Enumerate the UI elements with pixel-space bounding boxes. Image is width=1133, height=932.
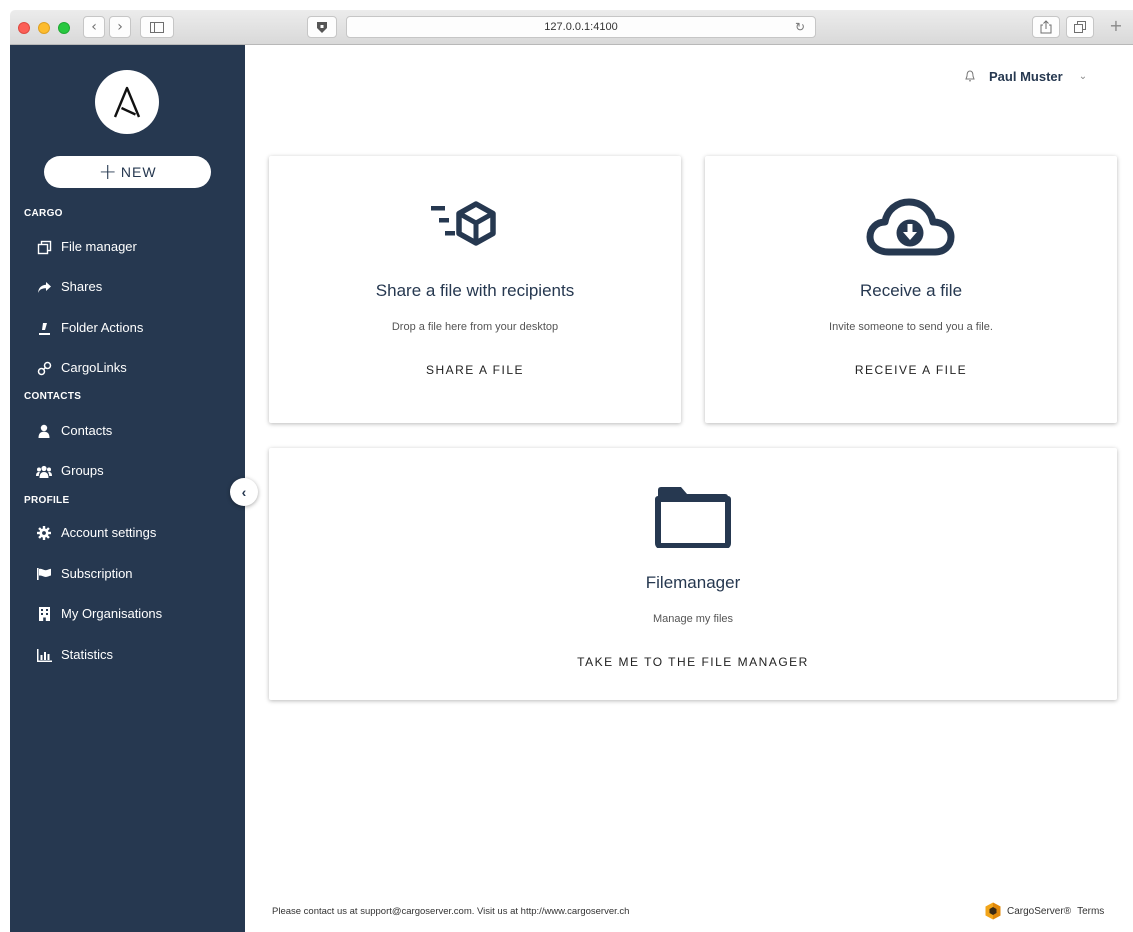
terms-link[interactable]: Terms xyxy=(1077,906,1104,917)
window-edge xyxy=(0,45,10,932)
sidebar-item-cargolinks[interactable]: CargoLinks xyxy=(36,358,127,378)
building-icon xyxy=(36,606,52,622)
filemanager-card-subtitle: Manage my files xyxy=(652,613,734,625)
sidebar-item-label: Subscription xyxy=(61,566,133,581)
cargoserver-logo-icon xyxy=(985,902,1001,920)
take-me-to-file-manager-button[interactable]: TAKE ME TO THE FILE MANAGER xyxy=(269,655,1117,669)
sidebar: + NEW CARGO File manager Shares Folder Ac… xyxy=(10,45,245,932)
section-title-contacts: CONTACTS xyxy=(24,391,82,402)
tabs-overview-button[interactable] xyxy=(1066,16,1094,38)
bell-icon[interactable] xyxy=(965,70,975,82)
zoom-window-button[interactable] xyxy=(58,22,70,34)
sidebar-item-label: Groups xyxy=(61,463,104,478)
share-arrow-icon xyxy=(36,279,52,295)
share-card-subtitle: Drop a file here from your desktop xyxy=(391,321,559,333)
new-button[interactable]: + NEW xyxy=(44,156,211,188)
new-button-label: NEW xyxy=(120,164,157,180)
receive-card[interactable]: Receive a file Invite someone to send yo… xyxy=(705,156,1117,423)
user-icon xyxy=(36,423,52,439)
collapse-sidebar-button[interactable]: ‹ xyxy=(230,478,258,506)
chevron-down-icon[interactable]: ⌄ xyxy=(1079,71,1087,82)
sidebar-item-label: Contacts xyxy=(61,423,113,438)
sidebar-item-label: Shares xyxy=(61,279,103,294)
back-button[interactable]: ‹ xyxy=(83,16,105,38)
plus-icon: + xyxy=(98,160,118,185)
footer-brand-name: CargoServer® xyxy=(1007,905,1072,917)
forward-button[interactable]: › xyxy=(109,16,131,38)
folder-icon xyxy=(655,487,731,548)
user-name[interactable]: Paul Muster xyxy=(989,69,1063,84)
shield-icon xyxy=(317,22,327,33)
share-card-title: Share a file with recipients xyxy=(375,281,575,300)
close-window-button[interactable] xyxy=(18,22,30,34)
section-title-cargo: CARGO xyxy=(24,208,63,219)
url-text: 127.0.0.1:4100 xyxy=(544,21,618,33)
ansible-logo[interactable] xyxy=(95,70,159,134)
cloud-download-icon xyxy=(866,198,955,256)
folder-actions-icon xyxy=(36,320,52,336)
file-manager-icon xyxy=(36,239,52,255)
section-title-profile: PROFILE xyxy=(24,495,70,506)
receive-card-subtitle: Invite someone to send you a file. xyxy=(829,321,993,333)
sidebar-item-file-manager[interactable]: File manager xyxy=(36,237,137,257)
share-page-button[interactable] xyxy=(1032,16,1060,38)
gear-icon xyxy=(36,525,52,541)
share-card[interactable]: Share a file with recipients Drop a file… xyxy=(269,156,681,423)
receive-a-file-button[interactable]: RECEIVE A FILE xyxy=(705,363,1117,377)
reload-icon[interactable]: ↻ xyxy=(795,17,805,37)
sidebar-item-statistics[interactable]: Statistics xyxy=(36,645,113,665)
address-bar[interactable]: 127.0.0.1:4100 ↻ xyxy=(346,16,816,38)
privacy-shield-button[interactable] xyxy=(307,16,337,38)
fast-package-icon xyxy=(431,201,496,246)
sidebar-item-groups[interactable]: Groups xyxy=(36,461,104,481)
user-menu[interactable]: Paul Muster ⌄ xyxy=(965,66,1087,86)
sidebar-item-label: Folder Actions xyxy=(61,320,144,335)
browser-toolbar: ‹ › 127.0.0.1:4100 ↻ + xyxy=(10,10,1133,45)
sidebar-item-account-settings[interactable]: Account settings xyxy=(36,523,156,543)
footer-contact: Please contact us at support@cargoserver… xyxy=(272,906,630,917)
bar-chart-icon xyxy=(36,647,52,663)
sidebar-item-shares[interactable]: Shares xyxy=(36,277,102,297)
users-icon xyxy=(36,463,52,479)
sidebar-item-subscription[interactable]: Subscription xyxy=(36,564,133,584)
tabs-icon xyxy=(1074,21,1086,33)
receive-card-title: Receive a file xyxy=(859,281,963,300)
filemanager-card[interactable]: Filemanager Manage my files TAKE ME TO T… xyxy=(269,448,1117,700)
sidebar-item-my-organisations[interactable]: My Organisations xyxy=(36,604,162,624)
sidebar-item-label: CargoLinks xyxy=(61,360,127,375)
link-icon xyxy=(36,360,52,376)
sidebar-item-label: Statistics xyxy=(61,647,114,662)
sidebar-item-folder-actions[interactable]: Folder Actions xyxy=(36,318,143,338)
share-icon xyxy=(1040,20,1052,34)
filemanager-card-title: Filemanager xyxy=(645,573,741,592)
sidebar-item-label: File manager xyxy=(61,239,137,254)
share-a-file-button[interactable]: SHARE A FILE xyxy=(269,363,681,377)
logo-icon xyxy=(113,86,141,118)
flag-icon xyxy=(36,566,52,582)
sidebar-item-label: My Organisations xyxy=(61,606,163,621)
chevron-left-icon: ‹ xyxy=(241,484,247,500)
sidebar-toggle-button[interactable] xyxy=(140,16,174,38)
minimize-window-button[interactable] xyxy=(38,22,50,34)
sidebar-item-contacts[interactable]: Contacts xyxy=(36,421,112,441)
sidebar-icon xyxy=(150,22,164,33)
footer-brand: CargoServer® Terms xyxy=(985,902,1104,920)
sidebar-item-label: Account settings xyxy=(61,525,157,540)
new-tab-button[interactable]: + xyxy=(1106,16,1126,38)
